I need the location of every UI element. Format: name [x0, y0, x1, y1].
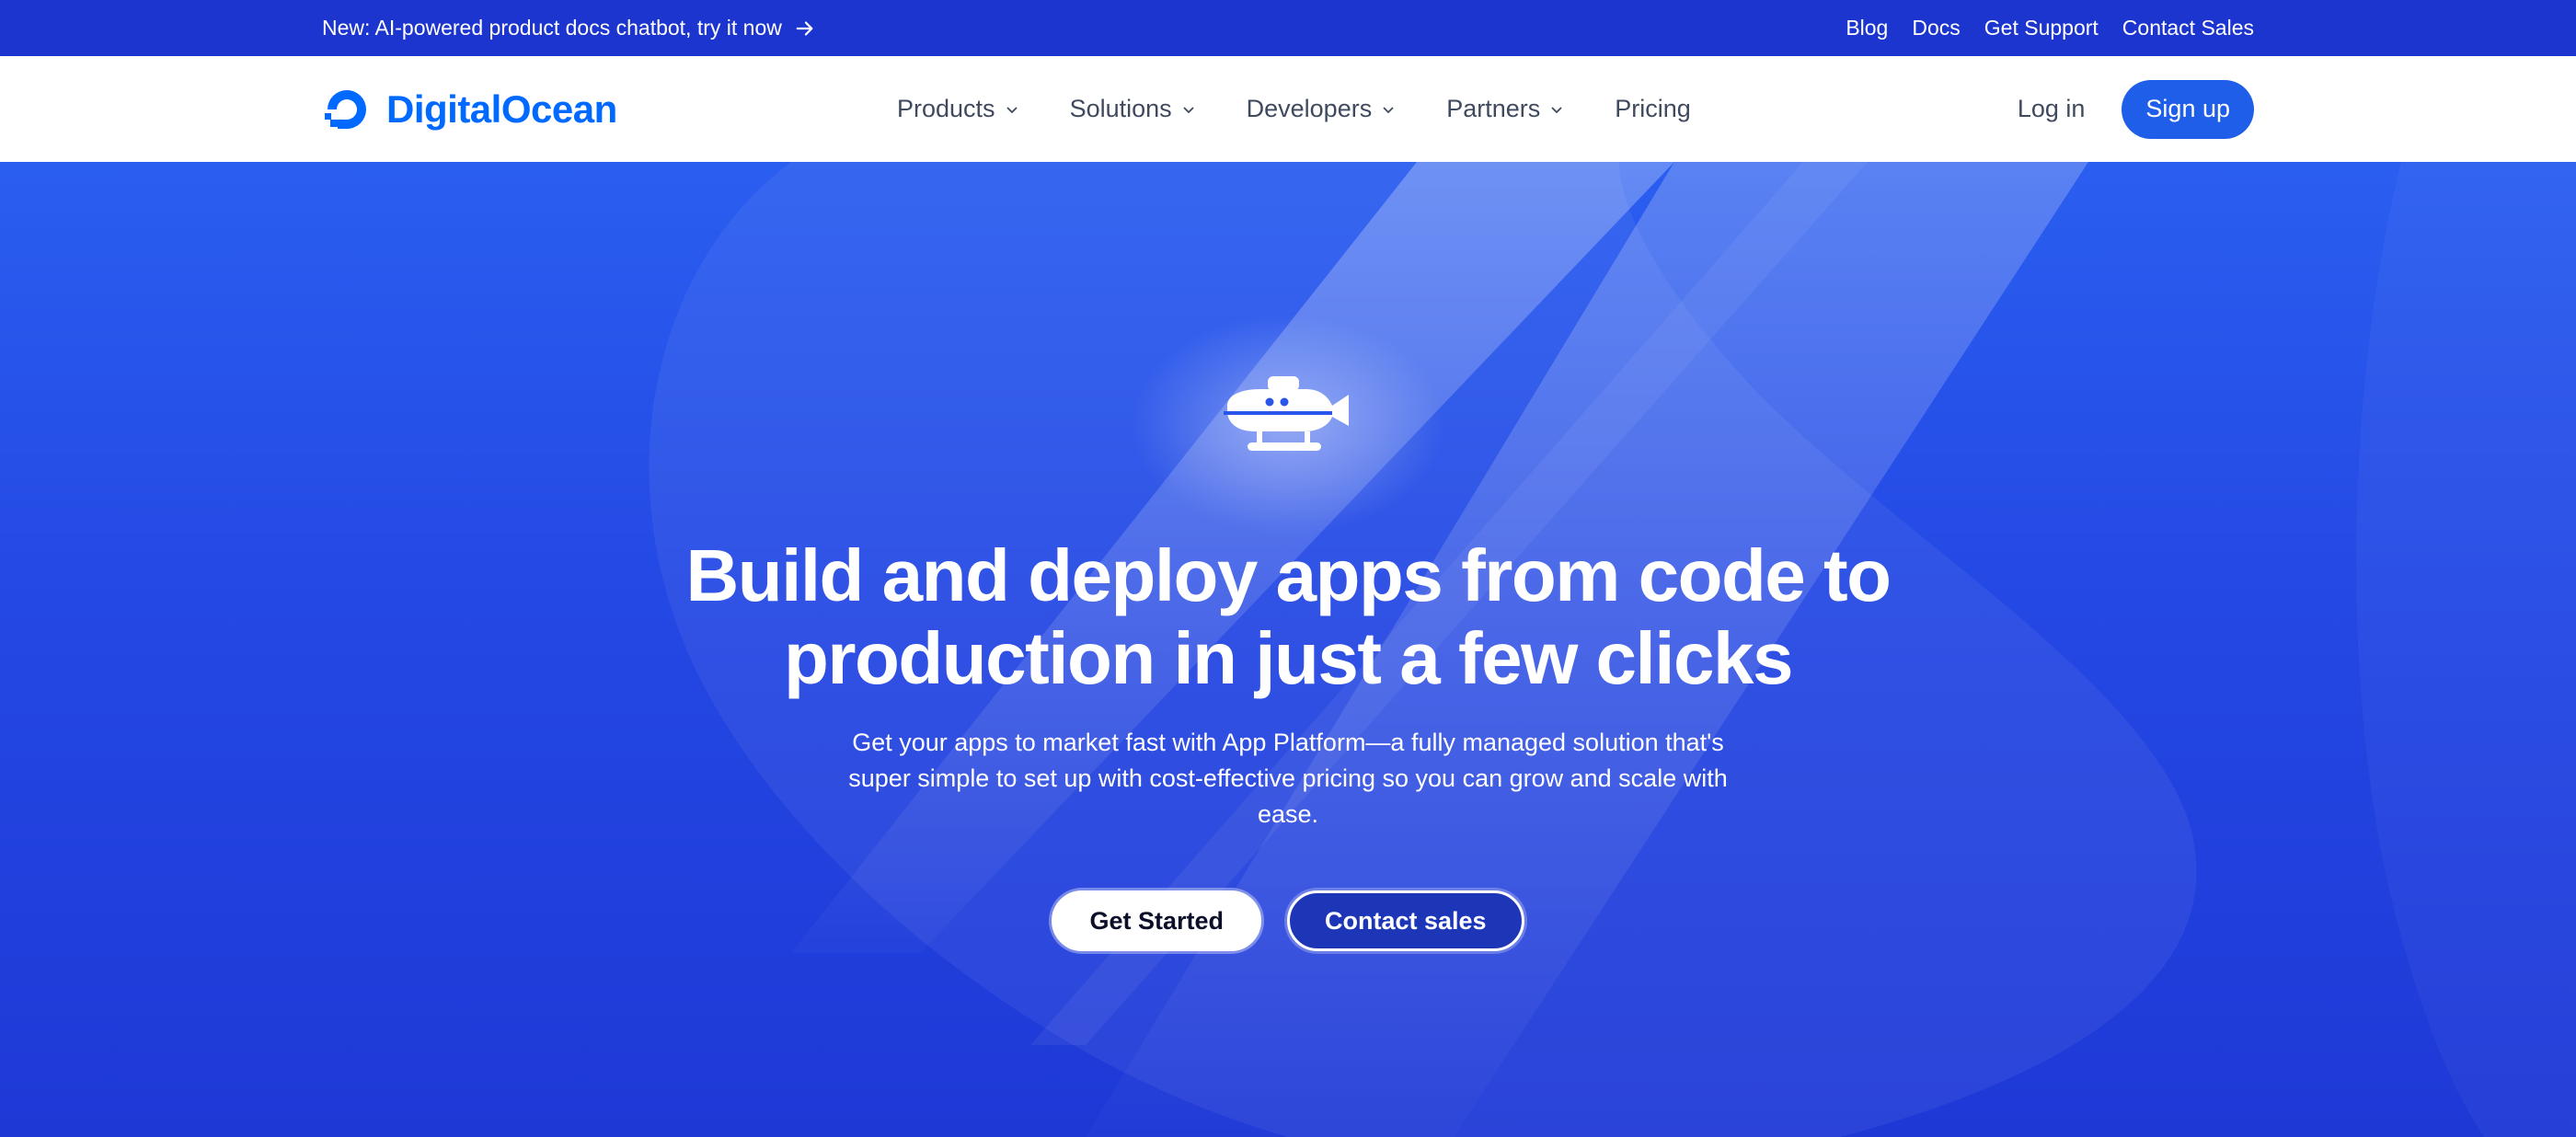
- hero-title-line-1: Build and deploy apps from code to: [685, 534, 1892, 616]
- nav-developers-label: Developers: [1246, 95, 1373, 122]
- hero-title-line-2: production in just a few clicks: [784, 617, 1793, 699]
- docs-link[interactable]: Docs: [1912, 16, 1960, 40]
- chevron-down-icon: [1383, 106, 1394, 113]
- nav-developers[interactable]: Developers: [1247, 95, 1397, 123]
- hero-description: Get your apps to market fast with App Pl…: [848, 729, 1728, 828]
- login-link[interactable]: Log in: [2018, 95, 2086, 123]
- nav-solutions[interactable]: Solutions: [1070, 95, 1196, 123]
- contact-sales-button[interactable]: Contact sales: [1286, 890, 1524, 951]
- hero-section: Build and deploy apps from code to produ…: [0, 162, 2576, 1137]
- get-started-button[interactable]: Get Started: [1052, 890, 1261, 951]
- nav-partners[interactable]: Partners: [1446, 95, 1564, 123]
- chevron-down-icon: [1183, 106, 1194, 113]
- contact-sales-link[interactable]: Contact Sales: [2122, 16, 2254, 40]
- announcement-link[interactable]: New: AI-powered product docs chatbot, tr…: [322, 16, 815, 40]
- get-support-link[interactable]: Get Support: [1984, 16, 2099, 40]
- main-navigation: DigitalOcean Products Solutions Develope…: [0, 56, 2576, 162]
- hero-content: Build and deploy apps from code to produ…: [0, 162, 2576, 1137]
- auth-actions: Log in Sign up: [2018, 56, 2254, 162]
- nav-pricing-label: Pricing: [1615, 95, 1691, 122]
- nav-menu: Products Solutions Developers Partners P…: [897, 56, 1691, 162]
- logo[interactable]: DigitalOcean: [322, 85, 690, 134]
- announcement-text: New: AI-powered product docs chatbot, tr…: [322, 16, 782, 40]
- nav-pricing[interactable]: Pricing: [1615, 95, 1691, 123]
- arrow-right-icon: [796, 20, 813, 36]
- chevron-down-icon: [1551, 106, 1562, 113]
- hero-title: Build and deploy apps from code to produ…: [552, 534, 2024, 700]
- signup-button[interactable]: Sign up: [2122, 79, 2254, 139]
- digitalocean-logo-icon: [325, 89, 366, 129]
- submarine-icon: [1224, 376, 1349, 451]
- blog-link[interactable]: Blog: [1846, 16, 1888, 40]
- utility-links: Blog Docs Get Support Contact Sales: [1846, 16, 2254, 40]
- brand-name: DigitalOcean: [386, 86, 617, 131]
- nav-solutions-label: Solutions: [1069, 95, 1172, 122]
- chevron-down-icon: [1006, 106, 1018, 113]
- nav-partners-label: Partners: [1446, 95, 1541, 122]
- nav-products-label: Products: [897, 95, 995, 122]
- hero-cta-group: Get Started Contact sales: [0, 890, 2576, 951]
- nav-products[interactable]: Products: [897, 95, 1019, 123]
- announcement-bar: New: AI-powered product docs chatbot, tr…: [0, 0, 2576, 56]
